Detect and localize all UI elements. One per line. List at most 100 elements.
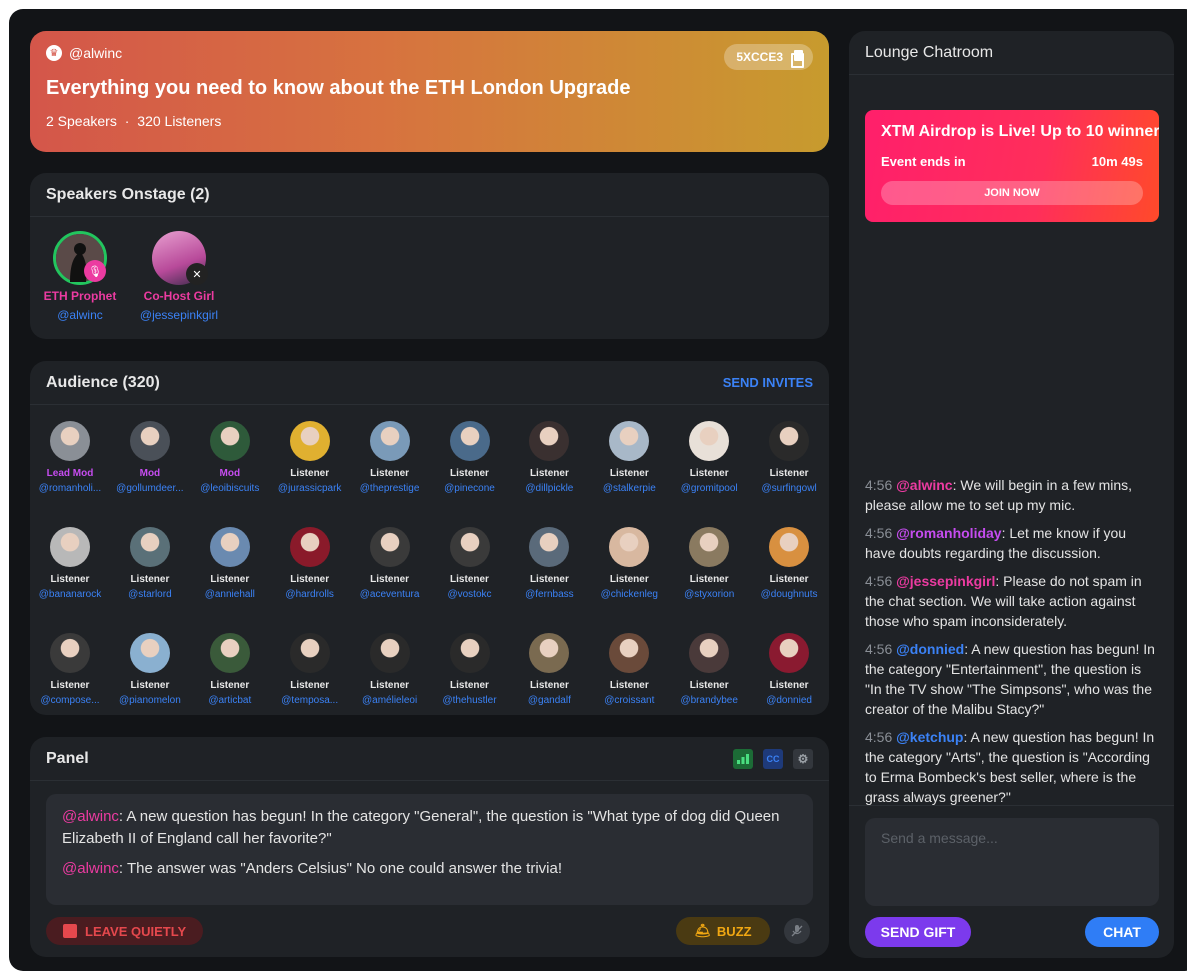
avatar xyxy=(369,527,410,567)
audience-member[interactable]: Listener @jurassicpark xyxy=(270,421,350,494)
audience-member[interactable]: Lead Mod @romanholi... xyxy=(30,421,110,494)
audience-member[interactable]: Listener @gandalf xyxy=(509,633,589,706)
panel-card: Panel CC ⚙ @alwinc: A new question has b… xyxy=(30,737,829,957)
audience-member[interactable]: Listener @gromitpool xyxy=(669,421,749,494)
audience-member[interactable]: Listener @starlord xyxy=(110,527,190,600)
audience-member[interactable]: Listener @aceventura xyxy=(350,527,430,600)
member-role: Listener xyxy=(450,574,489,585)
avatar xyxy=(609,421,650,461)
audience-member[interactable]: Listener @amélieleoi xyxy=(350,633,430,706)
avatar xyxy=(369,633,410,673)
mention[interactable]: @alwinc xyxy=(62,860,119,877)
member-role: Listener xyxy=(609,574,649,585)
member-handle: @romanholi... xyxy=(38,483,102,494)
audience-member[interactable]: Listener @chickenleg xyxy=(589,527,669,600)
chatroom-card: Lounge Chatroom XTM Airdrop is Live! Up … xyxy=(849,31,1174,958)
speaker-name: ETH Prophet xyxy=(43,289,117,303)
avatar xyxy=(449,527,490,567)
message-user[interactable]: @alwinc xyxy=(896,477,952,493)
mic-off-button[interactable] xyxy=(784,918,810,944)
send-gift-button[interactable]: SEND GIFT xyxy=(865,917,971,947)
panel-heading: Panel xyxy=(46,749,89,767)
member-handle: @styxorion xyxy=(684,589,735,600)
mention[interactable]: @alwinc xyxy=(62,808,119,825)
audience-member[interactable]: Listener @stalkerpie xyxy=(589,421,669,494)
avatar xyxy=(129,527,170,567)
audience-member[interactable]: Listener @pianomelon xyxy=(110,633,190,706)
member-role: Listener xyxy=(290,574,330,585)
message-user[interactable]: @donnied xyxy=(896,641,964,657)
send-invites-button[interactable]: SEND INVITES xyxy=(723,375,813,390)
member-handle: @starlord xyxy=(128,589,172,600)
room-code-button[interactable]: 5XCCE3 xyxy=(724,44,813,70)
audience-member[interactable]: Listener @vostokc xyxy=(430,527,510,600)
member-handle: @pianomelon xyxy=(118,695,181,706)
leave-quietly-button[interactable]: LEAVE QUIETLY xyxy=(46,917,204,945)
speaker-item[interactable]: 🎙 ETH Prophet @alwinc xyxy=(35,231,125,322)
audience-member[interactable]: Listener @surfingowl xyxy=(749,421,829,494)
audience-member[interactable]: Listener @thehustler xyxy=(430,633,510,706)
avatar xyxy=(50,633,90,673)
audience-member[interactable]: Listener @doughnuts xyxy=(749,527,829,600)
audience-member[interactable]: Listener @dillpickle xyxy=(509,421,589,494)
member-role: Listener xyxy=(609,680,649,691)
audience-member[interactable]: Listener @anniehall xyxy=(190,527,270,600)
audience-member[interactable]: Listener @donnied xyxy=(749,633,829,706)
member-role: Listener xyxy=(210,574,250,585)
audience-member[interactable]: Listener @croissant xyxy=(589,633,669,706)
member-role: Mod xyxy=(139,468,161,479)
gear-icon[interactable]: ⚙ xyxy=(793,748,813,769)
member-role: Listener xyxy=(370,680,410,691)
avatar xyxy=(769,421,810,461)
member-role: Listener xyxy=(609,468,649,479)
avatar xyxy=(369,421,410,461)
audience-member[interactable]: Listener @temposa... xyxy=(270,633,350,706)
bell-icon: 🛎 xyxy=(694,923,711,938)
panel-message: @alwinc: The answer was "Anders Celsius"… xyxy=(62,858,797,880)
chat-send-button[interactable]: CHAT xyxy=(1085,917,1159,947)
buzz-button[interactable]: 🛎 BUZZ xyxy=(676,917,770,945)
join-now-button[interactable]: JOIN NOW xyxy=(881,181,1143,205)
audience-member[interactable]: Listener @hardrolls xyxy=(270,527,350,600)
audience-member[interactable]: Listener @bananarock xyxy=(30,527,110,600)
stats-separator: · xyxy=(124,113,130,129)
chat-message: 4:56 @jessepinkgirl: Please do not spam … xyxy=(865,571,1160,631)
member-handle: @donnied xyxy=(766,695,812,706)
member-handle: @theprestige xyxy=(359,483,420,494)
message-time: 4:56 xyxy=(865,525,893,541)
audience-member[interactable]: Listener @styxorion xyxy=(669,527,749,600)
member-role: Listener xyxy=(50,574,90,585)
member-role: Listener xyxy=(130,574,170,585)
message-time: 4:56 xyxy=(865,477,893,493)
member-role: Listener xyxy=(529,680,569,691)
audience-member[interactable]: Listener @pinecone xyxy=(430,421,510,494)
message-user[interactable]: @jessepinkgirl xyxy=(896,573,995,589)
member-handle: @pinecone xyxy=(444,483,495,494)
chat-message-input[interactable] xyxy=(865,818,1159,906)
audience-member[interactable]: Listener @articbat xyxy=(190,633,270,706)
audience-member[interactable]: Listener @fernbass xyxy=(509,527,589,600)
avatar xyxy=(609,527,650,567)
member-handle: @vostokc xyxy=(447,589,492,600)
member-role: Listener xyxy=(769,574,809,585)
avatar xyxy=(209,421,250,461)
audience-member[interactable]: Listener @theprestige xyxy=(350,421,430,494)
member-handle: @chickenleg xyxy=(600,589,658,600)
audience-member[interactable]: Listener @brandybee xyxy=(669,633,749,706)
cc-icon[interactable]: CC xyxy=(763,748,783,769)
message-user[interactable]: @ketchup xyxy=(896,729,963,745)
member-handle: @gromitpool xyxy=(680,483,738,494)
audience-member[interactable]: Listener @compose... xyxy=(30,633,110,706)
signal-icon[interactable] xyxy=(733,748,753,769)
member-handle: @surfingowl xyxy=(761,483,817,494)
speaker-item[interactable]: ✕ Co-Host Girl @jessepinkgirl xyxy=(134,231,224,322)
avatar xyxy=(50,527,90,567)
room-title: Everything you need to know about the ET… xyxy=(46,77,631,99)
speaker-name: Co-Host Girl xyxy=(143,289,215,303)
audience-member[interactable]: Mod @gollumdeer... xyxy=(110,421,190,494)
audience-member[interactable]: Mod @leoibiscuits xyxy=(190,421,270,494)
member-role: Listener xyxy=(769,468,809,479)
room-host[interactable]: ♛ @alwinc xyxy=(46,45,813,61)
promo-title: XTM Airdrop is Live! Up to 10 winners xyxy=(881,123,1159,140)
message-user[interactable]: @romanholiday xyxy=(896,525,1001,541)
